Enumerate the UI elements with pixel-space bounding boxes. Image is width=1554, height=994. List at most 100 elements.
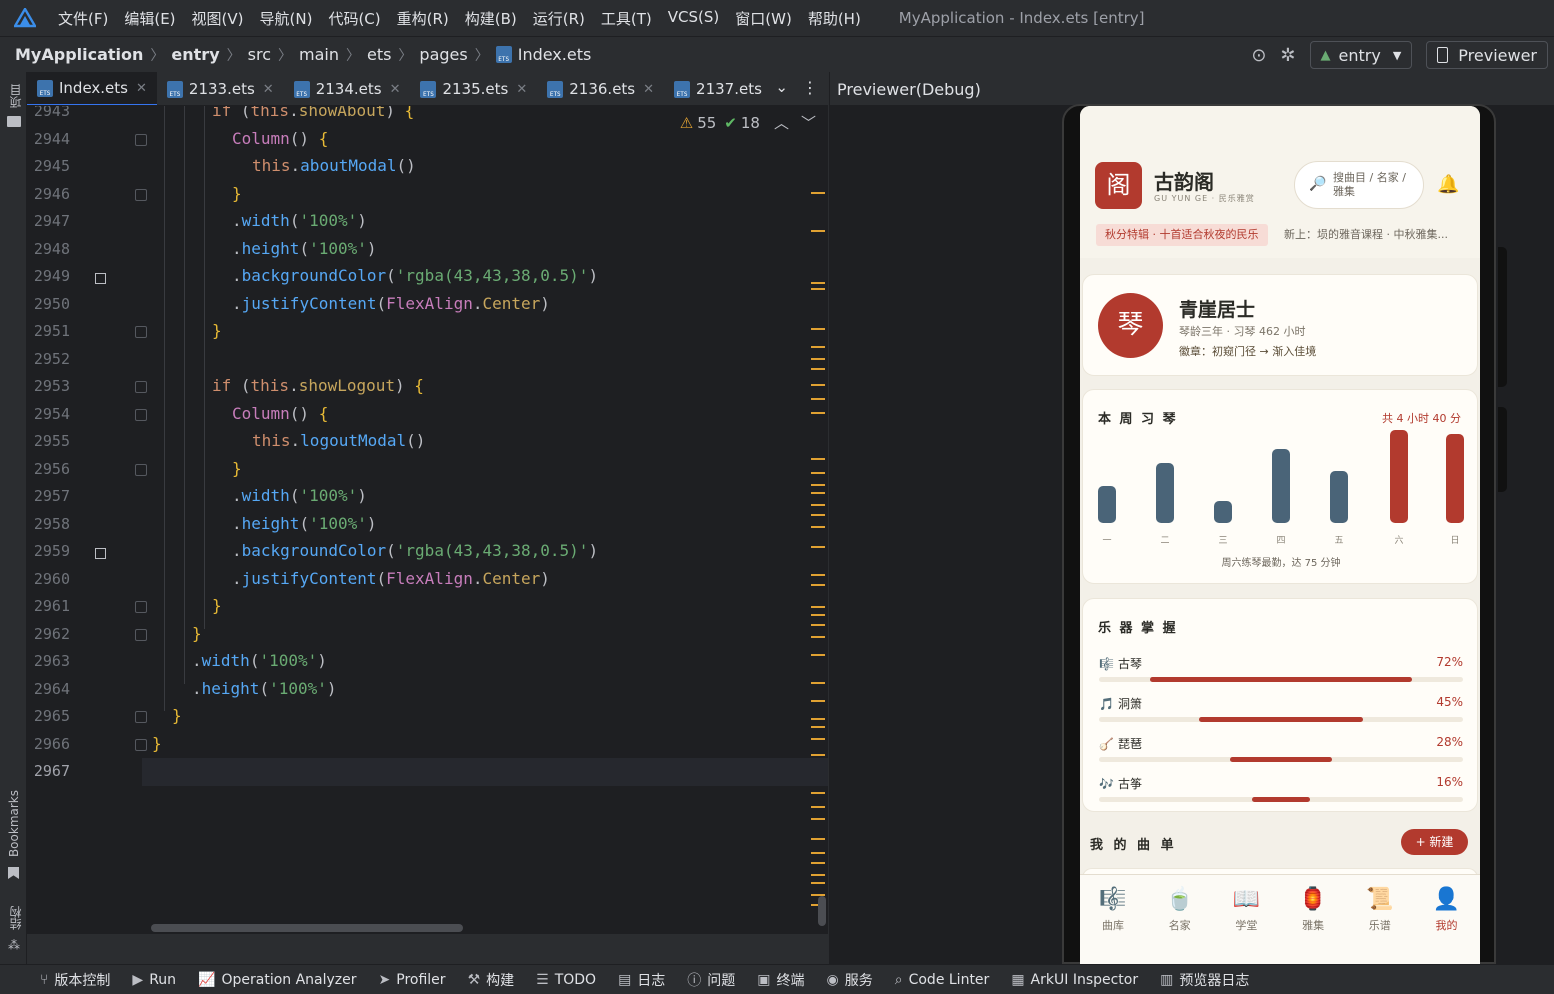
warning-stripe-mark[interactable]	[811, 384, 825, 386]
warning-stripe-mark[interactable]	[811, 484, 825, 486]
error-stripe[interactable]	[807, 106, 825, 934]
code-line[interactable]: Column() {	[232, 404, 328, 423]
code-line[interactable]: this.aboutModal()	[252, 156, 416, 175]
warning-stripe-mark[interactable]	[811, 738, 825, 740]
fold-marker-icon[interactable]	[135, 381, 147, 393]
code-line[interactable]: .justifyContent(FlexAlign.Center)	[232, 294, 550, 313]
breadcrumb-item[interactable]: Index.ets	[518, 45, 592, 64]
close-icon[interactable]: ✕	[136, 81, 147, 96]
editor-tab[interactable]: 2137.ets✕	[664, 72, 762, 105]
breadcrumb-item[interactable]: entry	[171, 45, 219, 64]
inspection-widget[interactable]: ⚠ 55 ✔ 18 ︿ ﹀	[679, 112, 816, 133]
tabs-chevron-down-icon[interactable]: ⌄	[775, 78, 788, 96]
close-icon[interactable]: ✕	[643, 82, 654, 97]
bottom-nav-item[interactable]: 📖 学堂	[1213, 885, 1279, 933]
warning-stripe-mark[interactable]	[811, 584, 825, 586]
search-box[interactable]: 🔎 搜曲目 / 名家 / 雅集	[1294, 161, 1424, 209]
code-line[interactable]: }	[232, 459, 242, 478]
tool-window-button[interactable]: ▥ 预览器日志	[1160, 970, 1249, 990]
warning-stripe-mark[interactable]	[811, 726, 825, 728]
bottom-nav-item[interactable]: 📜 乐谱	[1347, 885, 1413, 933]
code-line[interactable]: .height('100%')	[232, 514, 377, 533]
bug-icon[interactable]: ✲	[1280, 45, 1295, 66]
project-tool-label[interactable]: 项目	[7, 84, 24, 108]
menu-item[interactable]: 重构(R)	[397, 8, 449, 29]
tool-window-button[interactable]: ▦ ArkUI Inspector	[1011, 972, 1138, 988]
fold-marker-icon[interactable]	[135, 326, 147, 338]
new-playlist-button[interactable]: + 新建	[1401, 829, 1468, 855]
tool-window-button[interactable]: ▶ Run	[132, 972, 176, 988]
color-preview-icon[interactable]	[95, 273, 106, 284]
code-line[interactable]: .backgroundColor('rgba(43,43,38,0.5)')	[232, 266, 598, 285]
tool-window-button[interactable]: ⓘ 问题	[687, 970, 735, 990]
previewer-button[interactable]: Previewer	[1426, 41, 1548, 69]
tabs-more-icon[interactable]: ⋮	[802, 78, 818, 97]
warning-stripe-mark[interactable]	[811, 288, 825, 290]
breadcrumb-item[interactable]: ets	[367, 45, 391, 64]
bottom-nav-item[interactable]: 👤 我的	[1414, 885, 1480, 933]
breadcrumb-item[interactable]: src	[248, 45, 271, 64]
structure-tool-label[interactable]: 结构	[7, 906, 24, 930]
bottom-nav-item[interactable]: 🍵 名家	[1147, 885, 1213, 933]
warning-stripe-mark[interactable]	[811, 700, 825, 702]
warning-stripe-mark[interactable]	[811, 754, 825, 756]
warning-stripe-mark[interactable]	[811, 818, 825, 820]
menu-item[interactable]: 帮助(H)	[808, 8, 861, 29]
warning-stripe-mark[interactable]	[811, 368, 825, 370]
bookmark-icon[interactable]	[8, 867, 19, 879]
code-line[interactable]: .width('100%')	[232, 211, 367, 230]
warning-stripe-mark[interactable]	[811, 412, 825, 414]
editor-tab[interactable]: 2134.ets ✕	[284, 72, 411, 105]
editor-tab[interactable]: 2136.ets ✕	[537, 72, 664, 105]
warning-stripe-mark[interactable]	[811, 230, 825, 232]
menu-item[interactable]: 文件(F)	[58, 8, 108, 29]
code-line[interactable]: .backgroundColor('rgba(43,43,38,0.5)')	[232, 541, 598, 560]
breadcrumb-item[interactable]: pages	[419, 45, 467, 64]
menu-item[interactable]: 窗口(W)	[735, 8, 792, 29]
warning-stripe-mark[interactable]	[811, 346, 825, 348]
warning-stripe-mark[interactable]	[811, 574, 825, 576]
menu-item[interactable]: 构建(B)	[465, 8, 517, 29]
menu-item[interactable]: 导航(N)	[260, 8, 313, 29]
fold-marker-icon[interactable]	[135, 711, 147, 723]
warning-stripe-mark[interactable]	[811, 838, 825, 840]
breadcrumb-item[interactable]: MyApplication	[15, 45, 143, 64]
code-line[interactable]: Column() {	[232, 129, 328, 148]
tool-window-button[interactable]: ⚒ 构建	[468, 970, 515, 990]
close-icon[interactable]: ✕	[516, 82, 527, 97]
warning-stripe-mark[interactable]	[811, 682, 825, 684]
fold-marker-icon[interactable]	[135, 628, 147, 641]
bottom-nav-item[interactable]: 🎼 曲库	[1080, 885, 1146, 933]
editor-tab[interactable]: 2133.ets ✕	[157, 72, 284, 105]
fold-marker-icon[interactable]	[135, 738, 147, 751]
code-line[interactable]: }	[172, 706, 182, 725]
warning-stripe-mark[interactable]	[811, 606, 825, 608]
fold-marker-icon[interactable]	[135, 408, 147, 421]
bell-icon[interactable]: 🔔	[1437, 174, 1459, 195]
banner-news[interactable]: 新上：埙的雅音课程 · 中秋雅集...	[1284, 224, 1459, 246]
menu-item[interactable]: 视图(V)	[192, 8, 244, 29]
code-line[interactable]: }	[152, 734, 162, 753]
device-screen[interactable]: 阁 古韵阁 GU YUN GE · 民乐雅赏 🔎 搜曲目 / 名家 / 雅集 🔔…	[1080, 106, 1480, 964]
editor-tab[interactable]: 2135.ets ✕	[410, 72, 537, 105]
menu-item[interactable]: 运行(R)	[533, 8, 585, 29]
close-icon[interactable]: ✕	[263, 82, 274, 97]
warning-stripe-mark[interactable]	[811, 806, 825, 808]
structure-icon[interactable]: ⁂	[8, 938, 20, 952]
bookmarks-tool-label[interactable]: Bookmarks	[7, 790, 21, 857]
tool-window-button[interactable]: ☰ TODO	[536, 972, 596, 988]
code-line[interactable]: }	[232, 184, 242, 203]
warning-stripe-mark[interactable]	[811, 398, 825, 400]
warning-stripe-mark[interactable]	[811, 862, 825, 864]
code-line[interactable]: if (this.showAbout) {	[212, 106, 414, 120]
banner-tag[interactable]: 秋分特辑 · 十首适合秋夜的民乐	[1096, 224, 1268, 246]
target-icon[interactable]: ⊙	[1251, 45, 1266, 66]
bottom-nav-item[interactable]: 🏮 雅集	[1280, 885, 1346, 933]
warning-stripe-mark[interactable]	[811, 614, 825, 616]
warning-stripe-mark[interactable]	[811, 792, 825, 794]
horizontal-scrollbar[interactable]	[151, 924, 463, 932]
warning-stripe-mark[interactable]	[811, 852, 825, 854]
code-line[interactable]: }	[212, 321, 222, 340]
breadcrumb-item[interactable]: main	[299, 45, 339, 64]
tool-window-button[interactable]: ➤ Profiler	[379, 972, 446, 988]
